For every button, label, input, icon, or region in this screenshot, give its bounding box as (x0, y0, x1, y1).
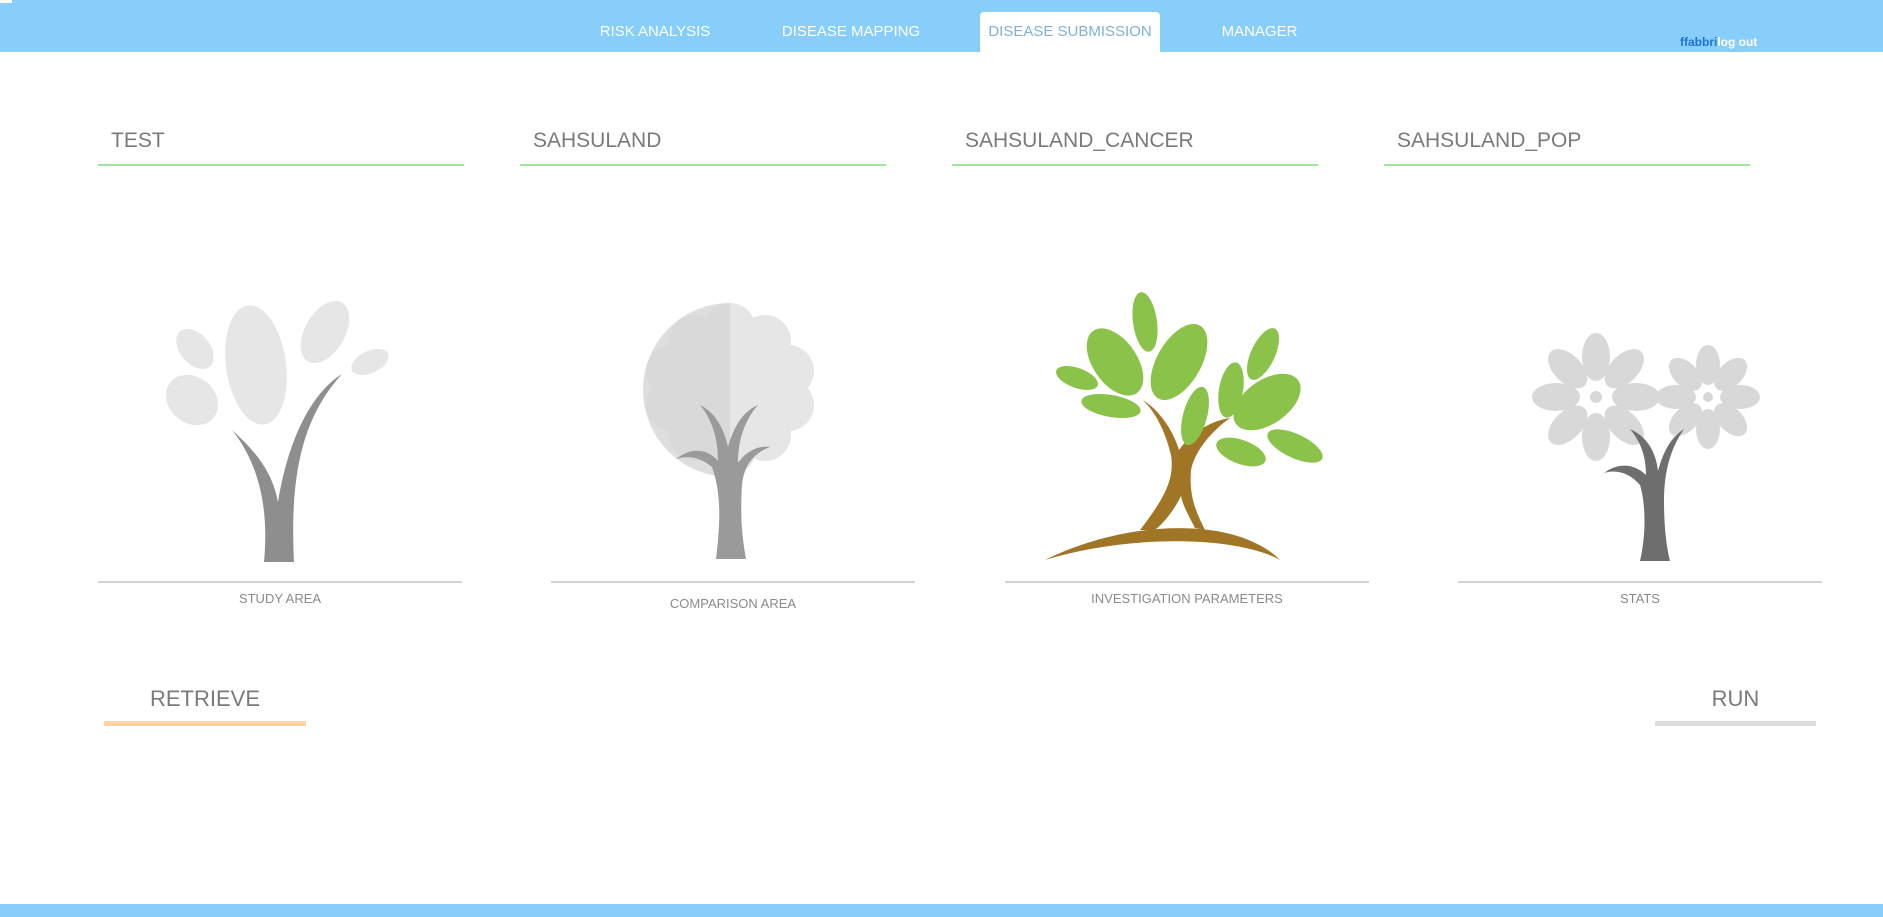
tab-disease-mapping[interactable]: DISEASE MAPPING (775, 0, 927, 52)
cancer-field (952, 118, 1318, 166)
run-label: RUN (1711, 686, 1760, 711)
retrieve-button[interactable]: RETRIEVE (104, 686, 306, 726)
tree-leaves-icon[interactable] (160, 290, 400, 570)
user-info: ffabbrilog out (1680, 35, 1757, 49)
step-label-study-area[interactable]: STUDY AREA (98, 591, 462, 606)
geography-input[interactable] (531, 128, 875, 154)
step-label-stats[interactable]: STATS (1458, 591, 1822, 606)
retrieve-underline (104, 721, 306, 726)
step-label-investigation-parameters[interactable]: INVESTIGATION PARAMETERS (1005, 591, 1369, 606)
population-field (1384, 118, 1750, 166)
logout-link[interactable]: log out (1717, 35, 1757, 49)
tree-flowers-icon[interactable] (1520, 325, 1770, 565)
tree-green-icon[interactable] (1045, 290, 1335, 565)
corner-mark (0, 0, 12, 3)
run-button[interactable]: RUN (1655, 686, 1816, 726)
tab-manager[interactable]: MANAGER (1212, 0, 1307, 52)
run-underline (1655, 721, 1816, 726)
step-divider (98, 581, 462, 583)
numerator-input[interactable] (963, 128, 1307, 154)
step-divider (1005, 581, 1369, 583)
top-nav-bar: RISK ANALYSIS DISEASE MAPPING DISEASE SU… (0, 0, 1883, 52)
step-divider (551, 581, 915, 583)
step-divider (1458, 581, 1822, 583)
tab-disease-submission[interactable]: DISEASE SUBMISSION (980, 12, 1160, 52)
denominator-input[interactable] (1395, 128, 1739, 154)
username: ffabbri (1680, 35, 1718, 49)
study-area-field (520, 118, 886, 166)
study-field (98, 118, 464, 166)
bottom-bar (0, 904, 1883, 917)
step-label-comparison-area[interactable]: COMPARISON AREA (551, 596, 915, 611)
tree-round-icon[interactable] (620, 295, 840, 565)
study-name-input[interactable] (109, 128, 453, 154)
tab-risk-analysis[interactable]: RISK ANALYSIS (590, 0, 720, 52)
retrieve-label: RETRIEVE (149, 686, 261, 711)
